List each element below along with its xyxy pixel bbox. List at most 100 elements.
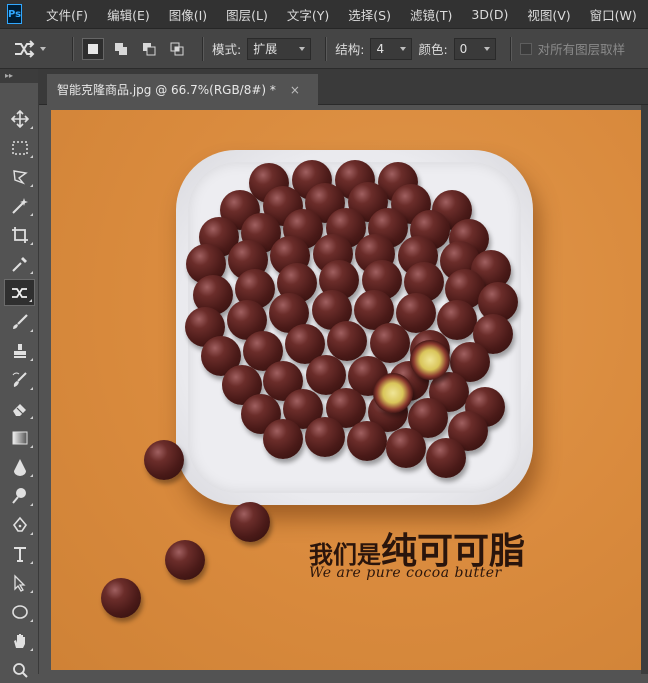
lasso-tool[interactable] [4,163,35,190]
dodge-tool[interactable] [4,482,35,509]
tools-panel-collapse[interactable]: ▸▸ [0,69,38,83]
document-tab-title: 智能克隆商品.jpg @ 66.7%(RGB/8#) * [57,83,276,97]
menu-file[interactable]: 文件(F) [46,5,88,24]
chevron-down-icon [40,46,46,51]
tool-preset-picker[interactable] [12,39,64,59]
chevron-down-icon [299,46,306,51]
chocolate-ball [426,438,466,478]
mode-label: 模式: [212,42,242,57]
menu-bar: Ps 文件(F) 编辑(E) 图像(I) 图层(L) 文字(Y) 选择(S) 滤… [0,0,648,29]
marquee-tool[interactable] [4,134,35,161]
history-brush-tool[interactable] [4,366,35,393]
marquee-icon [11,140,28,155]
content-aware-move-icon [11,287,27,298]
slogan-english: We are pure cocoa butter [309,565,502,581]
clone-stamp-icon [13,343,26,358]
photoshop-logo[interactable]: Ps [7,4,23,24]
chocolate-ball-scattered [230,502,270,542]
chocolate-ball-cut [410,340,450,380]
mode-value: 扩展 [253,42,278,56]
sample-all-layers-checkbox[interactable] [519,42,532,55]
lasso-icon [12,169,28,185]
content-aware-move-icon [15,39,35,58]
chocolate-ball-scattered [101,578,141,618]
color-value: 0 [459,41,468,56]
structure-label: 结构: [335,42,365,57]
menu-view[interactable]: 视图(V) [527,5,570,24]
chevron-down-icon [400,46,407,51]
chocolate-ball-scattered [144,440,184,480]
divider [509,36,512,61]
eraser-tool[interactable] [4,395,35,422]
chocolate-ball [263,419,303,459]
document-canvas[interactable]: 我们是纯可可脂 We are pure cocoa butter [51,110,641,670]
crop-icon [11,226,28,243]
ellipse-icon [11,604,28,619]
hand-tool[interactable] [4,627,35,654]
zoom-tool[interactable] [4,656,35,683]
gradient-tool[interactable] [4,424,35,451]
new-selection-icon [88,43,98,54]
move-icon [10,109,29,128]
menu-edit[interactable]: 编辑(E) [107,5,150,24]
gradient-icon [12,431,27,444]
move-tool[interactable] [4,105,35,132]
eyedropper-tool[interactable] [4,250,35,277]
sample-all-layers-label: 对所有图层取样 [537,42,626,57]
structure-value: 4 [376,41,385,56]
pen-icon [12,516,27,532]
hand-icon [13,633,25,648]
new-selection-button[interactable] [82,37,104,60]
chocolate-ball-cut [373,373,413,413]
ellipse-tool[interactable] [4,598,35,625]
magic-wand-tool[interactable] [4,192,35,219]
chocolate-ball-scattered [165,540,205,580]
menu-image[interactable]: 图像(I) [169,5,207,24]
add-selection-icon [115,42,127,55]
brush-tool[interactable] [4,308,35,335]
chevron-down-icon [483,46,490,51]
chocolate-ball [305,417,345,457]
color-select[interactable]: 0 [453,37,496,60]
path-selection-tool[interactable] [4,569,35,596]
blur-tool[interactable] [4,453,35,480]
type-tool[interactable] [4,540,35,567]
magic-wand-icon [11,197,28,214]
divider [202,36,204,61]
chocolate-ball [327,321,367,361]
tools-panel: ▸▸ [0,69,39,678]
zoom-icon [12,662,28,678]
subtract-from-selection-button[interactable] [138,38,160,60]
dodge-icon [11,487,26,504]
eraser-icon [12,403,26,416]
blur-icon [13,458,26,476]
menu-3d[interactable]: 3D(D) [471,7,508,22]
close-icon[interactable]: × [290,83,300,97]
path-select-icon [13,573,26,592]
menu-select[interactable]: 选择(S) [348,5,391,24]
mode-select[interactable]: 扩展 [247,37,312,60]
add-to-selection-button[interactable] [110,38,132,60]
history-brush-icon [12,371,27,387]
intersect-selection-button[interactable] [166,38,188,60]
intersect-selection-icon [170,42,184,55]
vertical-scrollbar[interactable] [641,105,648,674]
document-tab[interactable]: 智能克隆商品.jpg @ 66.7%(RGB/8#) * × [47,74,318,105]
crop-tool[interactable] [4,221,35,248]
clone-stamp-tool[interactable] [4,337,35,364]
color-label: 颜色: [418,42,448,57]
brush-icon [12,313,28,329]
structure-select[interactable]: 4 [370,37,413,60]
chocolate-ball [347,421,387,461]
menu-window[interactable]: 窗口(W) [590,5,637,24]
menu-filter[interactable]: 滤镜(T) [410,5,452,24]
divider [72,36,74,61]
menu-type[interactable]: 文字(Y) [287,5,329,24]
divider [325,36,328,61]
type-icon [13,546,26,562]
chocolate-ball [386,428,426,468]
content-aware-move-tool[interactable] [4,279,35,306]
pen-tool[interactable] [4,511,35,538]
subtract-selection-icon [143,42,156,55]
menu-layer[interactable]: 图层(L) [226,5,268,24]
